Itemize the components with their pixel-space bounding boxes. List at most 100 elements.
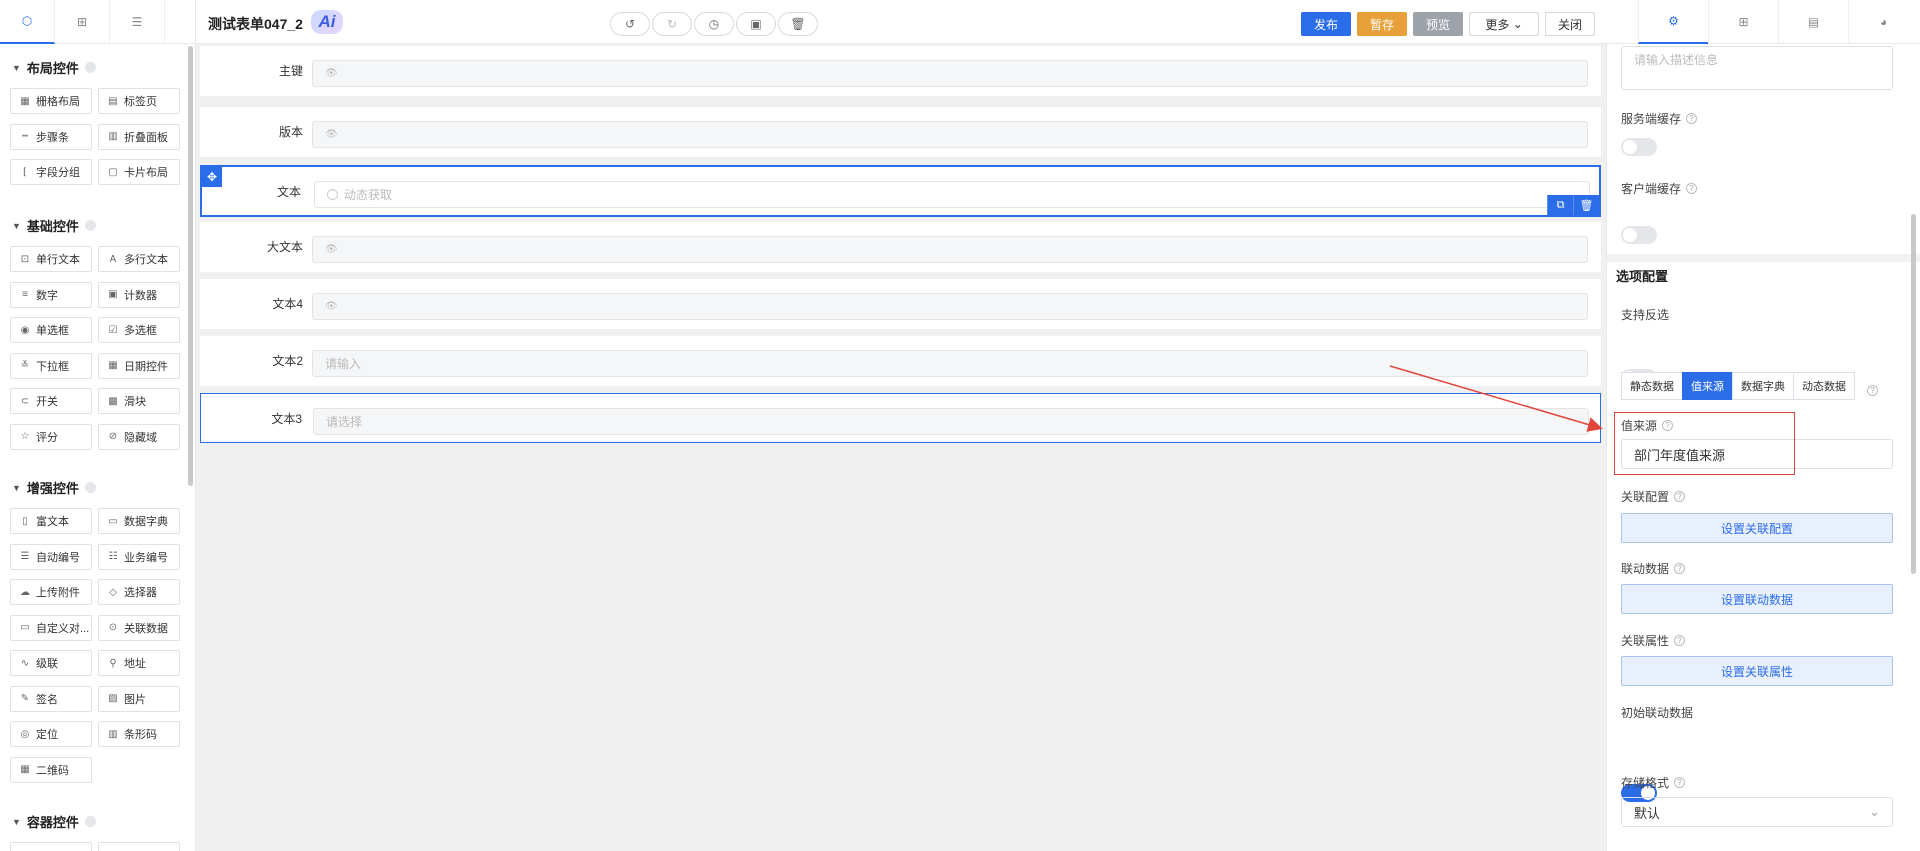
palette-item[interactable]: ┅ 步骤条 bbox=[10, 123, 92, 150]
palette-item[interactable]: ▦ 日期控件 bbox=[98, 352, 180, 379]
field-placeholder: 请输入 bbox=[325, 357, 362, 371]
palette-section-title: 增强控件 bbox=[26, 481, 79, 496]
field-input[interactable]: 👁 bbox=[312, 293, 1588, 320]
palette-item[interactable]: ⚲ 地址 bbox=[98, 650, 180, 676]
ai-assistant-button[interactable]: Ai bbox=[311, 10, 343, 34]
palette-item[interactable]: ▣ 计数器 bbox=[98, 281, 180, 308]
description-textarea[interactable]: 请输入描述信息 bbox=[1621, 46, 1893, 90]
source-tab[interactable]: 数据字典 bbox=[1732, 372, 1794, 400]
palette-item[interactable] bbox=[10, 842, 92, 851]
undo-icon: ↺ bbox=[624, 17, 636, 31]
palette-item[interactable]: ▥ 折叠面板 bbox=[98, 123, 180, 150]
options-section-title: 选项配置 bbox=[1616, 269, 1669, 284]
palette-item[interactable]: ▢ 卡片布局 bbox=[98, 159, 180, 185]
palette-item[interactable]: ▭ 数据字典 bbox=[98, 508, 180, 534]
palette-section-header[interactable]: ▼ 增强控件 bbox=[12, 478, 96, 497]
field-input[interactable]: 动态获取 bbox=[314, 181, 1590, 208]
control-icon: ▢ bbox=[108, 166, 118, 178]
form-field-row[interactable]: 版本 👁 bbox=[200, 107, 1601, 157]
storage-format-select[interactable]: 默认 ⌄ bbox=[1621, 797, 1893, 827]
palette-item[interactable]: ✎ 签名 bbox=[10, 685, 92, 712]
field-input[interactable]: 👁 bbox=[312, 60, 1588, 87]
palette-item[interactable]: ◇ 选择器 bbox=[98, 579, 180, 605]
field-input[interactable]: 👁 bbox=[312, 121, 1588, 148]
field-input[interactable]: 请输入 bbox=[312, 350, 1588, 377]
palette-item[interactable]: ▥ 条形码 bbox=[98, 721, 180, 747]
move-handle-icon[interactable]: ✥ bbox=[202, 167, 222, 187]
more-dropdown[interactable]: 更多 ⌄ bbox=[1469, 12, 1540, 36]
control-icon: ▤ bbox=[108, 95, 118, 107]
control-icon: ┅ bbox=[21, 131, 29, 142]
palette-item-label: 评分 bbox=[36, 431, 58, 444]
trash-icon: 🗑 bbox=[790, 17, 806, 31]
control-icon: ◇ bbox=[109, 586, 117, 598]
palette-section-header[interactable]: ▼ 容器控件 bbox=[12, 812, 96, 831]
component-tab[interactable]: ⬡ bbox=[0, 0, 55, 44]
source-tab[interactable]: 静态数据 bbox=[1621, 372, 1683, 400]
palette-item[interactable]: A 多行文本 bbox=[98, 246, 180, 272]
clear-button[interactable]: ▣ bbox=[736, 12, 776, 36]
palette-item-label: 下拉框 bbox=[36, 360, 69, 373]
field-input[interactable]: 👁 bbox=[312, 236, 1588, 263]
history-button[interactable]: ◷ bbox=[694, 12, 734, 36]
set-link-config-button[interactable]: 设置关联配置 bbox=[1621, 513, 1893, 543]
trash-icon[interactable]: 🗑 bbox=[1573, 195, 1599, 215]
palette-item[interactable]: ▯ 富文本 bbox=[10, 508, 92, 534]
palette-item[interactable]: ⊘ 隐藏域 bbox=[98, 423, 180, 450]
palette-item[interactable]: ☁ 上传附件 bbox=[10, 579, 92, 605]
palette-item[interactable]: ≚ 下拉框 bbox=[10, 352, 92, 379]
server-cache-switch[interactable] bbox=[1621, 138, 1657, 156]
palette-item[interactable]: ⊂ 开关 bbox=[10, 388, 92, 414]
palette-item[interactable]: ⁅ 字段分组 bbox=[10, 159, 92, 185]
properties-scrollbar[interactable] bbox=[1911, 214, 1916, 574]
form-field-row[interactable]: 主键 👁 bbox=[200, 46, 1601, 96]
palette-item[interactable]: ◉ 单选框 bbox=[10, 317, 92, 343]
palette-item[interactable] bbox=[98, 842, 180, 851]
form-field-row[interactable]: 文本2 请输入 bbox=[200, 336, 1601, 386]
palette-section-header[interactable]: ▼ 基础控件 bbox=[12, 216, 96, 235]
left-panel-tabs: ⬡ ⊞ ☰ bbox=[0, 0, 196, 44]
palette-item[interactable]: ∿ 级联 bbox=[10, 650, 92, 676]
palette-scrollbar[interactable] bbox=[188, 46, 193, 486]
redo-button[interactable]: ↻ bbox=[652, 12, 692, 36]
save-draft-button[interactable]: 暂存 bbox=[1357, 12, 1408, 36]
client-cache-switch[interactable] bbox=[1621, 226, 1657, 244]
help-icon: ? bbox=[1686, 183, 1698, 194]
form-settings-tab[interactable]: ⊞ bbox=[1708, 0, 1778, 44]
copy-icon[interactable]: ⧉ bbox=[1547, 195, 1573, 215]
palette-item[interactable]: ▨ 图片 bbox=[98, 685, 180, 712]
layout-tab[interactable]: ▤ bbox=[1778, 0, 1848, 44]
preview-button[interactable]: 预览 bbox=[1413, 12, 1464, 36]
form-field-row[interactable]: 文本 动态获取 ✥ ⧉ 🗑 bbox=[200, 165, 1601, 217]
palette-item[interactable]: ⊡ 单行文本 bbox=[10, 246, 92, 272]
publish-button[interactable]: 发布 bbox=[1301, 12, 1352, 36]
palette-item[interactable]: ☷ 业务编号 bbox=[98, 543, 180, 570]
palette-item[interactable]: ◎ 定位 bbox=[10, 721, 92, 747]
palette-item[interactable]: ⊙ 关联数据 bbox=[98, 614, 180, 641]
template-tab[interactable]: ⊞ bbox=[55, 0, 110, 44]
form-field-row[interactable]: 大文本 👁 bbox=[200, 222, 1601, 272]
undo-button[interactable]: ↺ bbox=[610, 12, 650, 36]
field-select[interactable]: 请选择 bbox=[313, 408, 1589, 435]
form-field-row[interactable]: 文本3 请选择 bbox=[200, 393, 1601, 443]
theme-tab[interactable]: ◕ bbox=[1848, 0, 1918, 44]
source-tab[interactable]: 值来源 bbox=[1682, 372, 1733, 400]
palette-item[interactable]: ▭ 自定义对... bbox=[10, 614, 92, 641]
palette-item[interactable]: ≡ 数字 bbox=[10, 281, 92, 308]
close-button[interactable]: 关闭 bbox=[1545, 12, 1596, 36]
palette-item[interactable]: ☑ 多选框 bbox=[98, 317, 180, 343]
source-tab[interactable]: 动态数据 bbox=[1793, 372, 1855, 400]
palette-item[interactable]: ▦ 栅格布局 bbox=[10, 88, 92, 114]
field-settings-tab[interactable]: ⚙ bbox=[1638, 0, 1708, 44]
palette-item[interactable]: ▦ 二维码 bbox=[10, 756, 92, 783]
set-link-attr-button[interactable]: 设置关联属性 bbox=[1621, 656, 1893, 686]
delete-button[interactable]: 🗑 bbox=[778, 12, 818, 36]
datasource-tab[interactable]: ☰ bbox=[110, 0, 165, 44]
palette-section-header[interactable]: ▼ 布局控件 bbox=[12, 58, 96, 77]
form-field-row[interactable]: 文本4 👁 bbox=[200, 279, 1601, 329]
palette-item[interactable]: ▩ 滑块 bbox=[98, 388, 180, 414]
set-linkage-data-button[interactable]: 设置联动数据 bbox=[1621, 584, 1893, 614]
palette-item[interactable]: ▤ 标签页 bbox=[98, 88, 180, 114]
palette-item[interactable]: ☆ 评分 bbox=[10, 423, 92, 450]
palette-item[interactable]: ☰ 自动编号 bbox=[10, 543, 92, 570]
